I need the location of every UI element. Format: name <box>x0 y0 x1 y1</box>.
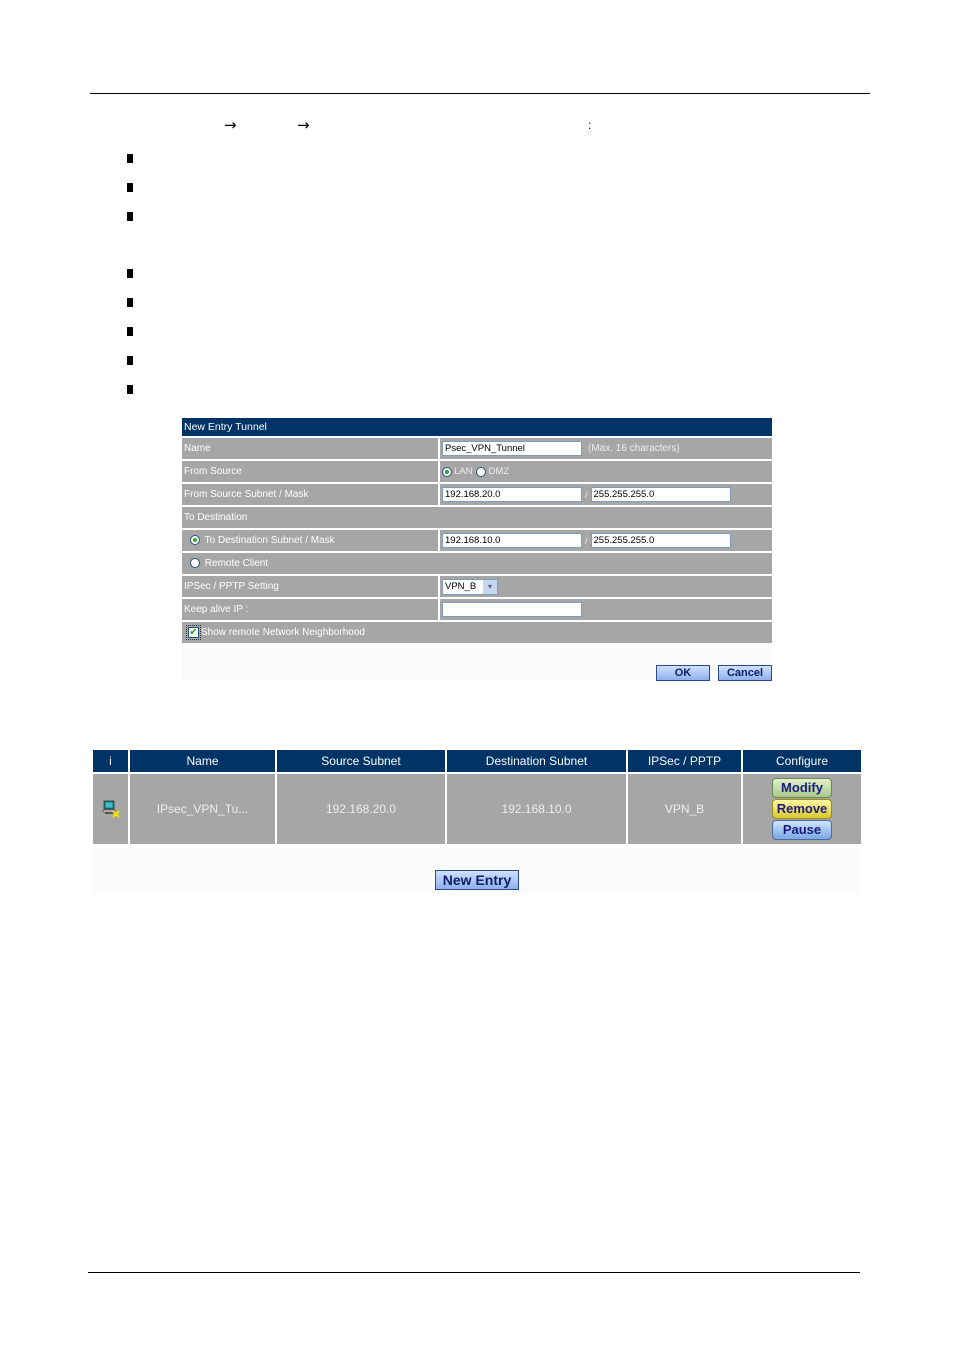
dest-mask-input[interactable]: 255.255.255.0 <box>590 533 731 548</box>
subnet-separator: / <box>585 535 588 546</box>
ipsec-pptp-value: VPN_B <box>445 580 477 592</box>
ipsec-pptp-select[interactable]: VPN_B ▾ <box>442 578 498 595</box>
name-row: Name Psec_VPN_Tunnel (Max. 16 characters… <box>182 438 772 459</box>
col-header-info: i <box>93 750 128 772</box>
col-header-destination-subnet: Destination Subnet <box>447 750 626 772</box>
dmz-radio[interactable] <box>476 466 487 477</box>
nav-arrow-icon: → <box>224 116 237 134</box>
new-entry-tunnel-form: New Entry Tunnel Name Psec_VPN_Tunnel (M… <box>182 418 772 681</box>
remote-client-label: Remote Client <box>204 558 269 569</box>
name-hint: (Max. 16 characters) <box>588 443 680 454</box>
table-header: i Name Source Subnet Destination Subnet … <box>93 750 861 772</box>
form-footer: OK Cancel <box>182 643 772 681</box>
modify-button[interactable]: Modify <box>772 778 832 798</box>
keep-alive-label: Keep alive IP : <box>182 599 440 620</box>
show-neighborhood-label: Show remote Network Neighborhood <box>201 627 365 638</box>
nav-arrow-icon: → <box>297 116 310 134</box>
form-title: New Entry Tunnel <box>182 418 772 436</box>
remove-button[interactable]: Remove <box>772 799 832 819</box>
dmz-radio-label: DMZ <box>488 466 510 477</box>
table-footer: New Entry <box>93 846 861 894</box>
remote-client-radio[interactable] <box>190 558 200 569</box>
show-neighborhood-checkbox[interactable]: ✔ <box>186 624 201 640</box>
col-header-ipsec-pptp: IPSec / PPTP <box>628 750 741 772</box>
bullet-icon <box>127 212 133 221</box>
network-computer-disconnected-icon <box>102 800 120 818</box>
row-source-subnet: 192.168.20.0 <box>277 774 445 844</box>
col-header-configure: Configure <box>743 750 861 772</box>
subnet-separator: / <box>585 489 588 500</box>
dest-subnet-row: To Destination Subnet / Mask 192.168.10.… <box>182 530 772 551</box>
to-destination-label: To Destination <box>184 512 248 523</box>
col-header-source-subnet: Source Subnet <box>277 750 445 772</box>
header-rule <box>90 93 870 94</box>
source-subnet-input[interactable]: 192.168.20.0 <box>442 487 582 502</box>
bullet-icon <box>127 183 133 192</box>
chevron-down-icon[interactable]: ▾ <box>483 579 497 594</box>
bullet-icon <box>127 298 133 307</box>
lan-radio[interactable] <box>442 466 452 477</box>
to-destination-row: To Destination <box>182 507 772 528</box>
ok-button[interactable]: OK <box>656 665 710 681</box>
bullet-icon <box>127 356 133 365</box>
keep-alive-input[interactable] <box>442 602 582 617</box>
dest-subnet-radio[interactable] <box>190 535 200 546</box>
table-row: IPsec_VPN_Tu... 192.168.20.0 192.168.10.… <box>93 774 861 844</box>
row-ipsec-pptp: VPN_B <box>628 774 741 844</box>
name-input[interactable]: Psec_VPN_Tunnel <box>442 441 582 456</box>
col-header-name: Name <box>130 750 275 772</box>
bullet-icon <box>127 327 133 336</box>
nav-colon: : <box>588 118 592 132</box>
row-configure: Modify Remove Pause <box>743 774 861 844</box>
source-subnet-row: From Source Subnet / Mask 192.168.20.0 /… <box>182 484 772 505</box>
from-source-row: From Source LAN DMZ <box>182 461 772 482</box>
bullet-icon <box>127 269 133 278</box>
bullet-icon <box>127 154 133 163</box>
new-entry-button[interactable]: New Entry <box>435 870 519 890</box>
pause-button[interactable]: Pause <box>772 820 832 840</box>
remote-client-row: Remote Client <box>182 553 772 574</box>
show-neighborhood-row: ✔ Show remote Network Neighborhood <box>182 622 772 643</box>
footer-rule <box>88 1272 860 1273</box>
dest-subnet-label: To Destination Subnet / Mask <box>204 535 335 546</box>
ipsec-pptp-label: IPSec / PPTP Setting <box>182 576 440 597</box>
dest-subnet-input[interactable]: 192.168.10.0 <box>442 533 582 548</box>
tunnel-table: i Name Source Subnet Destination Subnet … <box>93 750 861 894</box>
from-source-label: From Source <box>182 461 440 482</box>
keep-alive-row: Keep alive IP : <box>182 599 772 620</box>
source-subnet-label: From Source Subnet / Mask <box>182 484 440 505</box>
cancel-button[interactable]: Cancel <box>718 665 772 681</box>
row-destination-subnet: 192.168.10.0 <box>447 774 626 844</box>
bullet-icon <box>127 385 133 394</box>
source-mask-input[interactable]: 255.255.255.0 <box>590 487 731 502</box>
row-name: IPsec_VPN_Tu... <box>130 774 275 844</box>
ipsec-pptp-row: IPSec / PPTP Setting VPN_B ▾ <box>182 576 772 597</box>
name-label: Name <box>182 438 440 459</box>
lan-radio-label: LAN <box>454 466 473 477</box>
